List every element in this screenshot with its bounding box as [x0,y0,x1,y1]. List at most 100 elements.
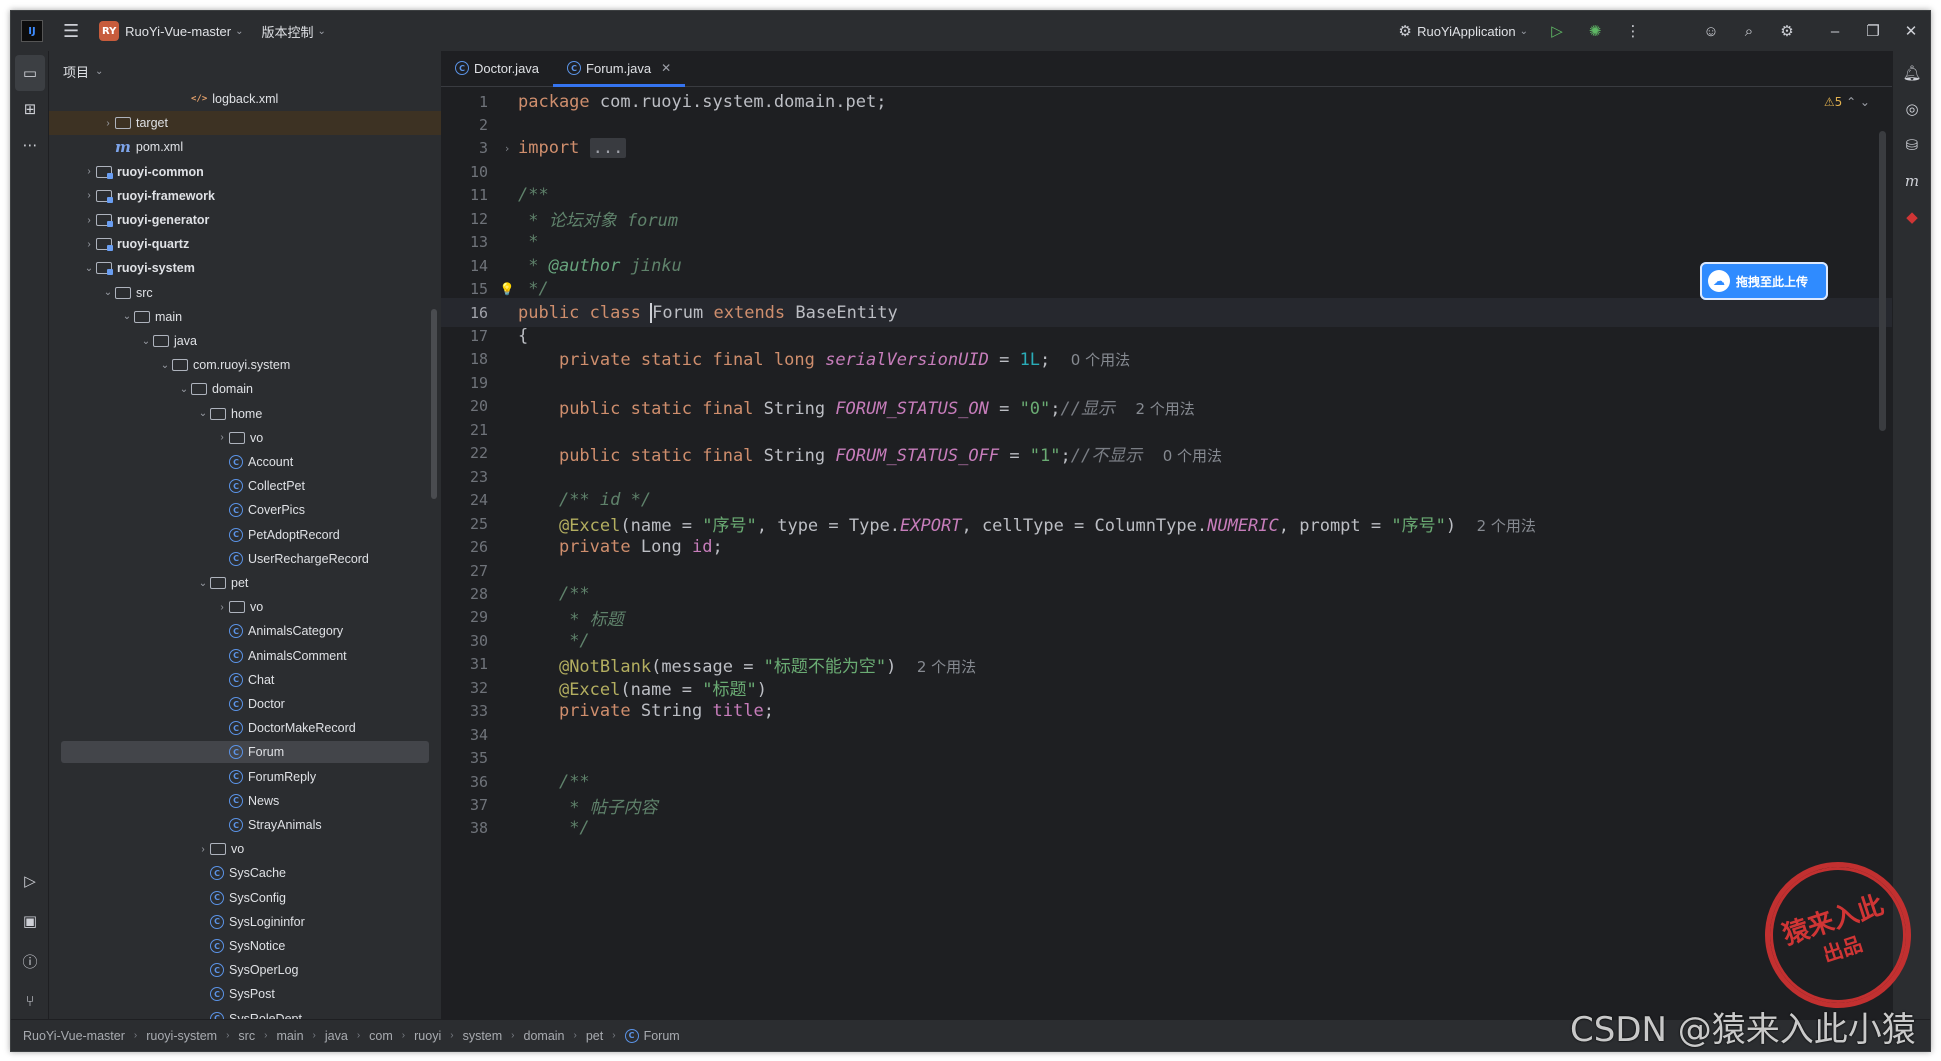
database-icon[interactable]: ⛁ [1893,127,1930,163]
tree-item[interactable]: › ruoyi-quartz [49,232,441,256]
breadcrumb-item[interactable]: main [276,1029,303,1043]
chevron-right-icon[interactable]: › [196,844,210,855]
tree-item[interactable]: › vo [49,426,441,450]
account-icon[interactable]: ☺ [1692,23,1730,40]
tree-item[interactable]: ⌄ home [49,402,441,426]
tree-item[interactable]: </> logback.xml [49,91,441,111]
tree-item[interactable]: C DoctorMakeRecord [49,716,441,740]
settings-icon[interactable]: ⚙ [1768,22,1806,40]
vcs-menu[interactable]: 版本控制 [262,22,314,41]
tree-item[interactable]: C Doctor [49,692,441,716]
lightbulb-icon[interactable]: 💡 [496,282,518,296]
tree-item[interactable]: C SysLogininfor [49,910,441,934]
tree-item[interactable]: C SysRoleDept [49,1007,441,1019]
breadcrumb-item[interactable]: RuoYi-Vue-master [23,1029,125,1043]
tree-item[interactable]: ⌄ domain [49,377,441,401]
search-icon[interactable]: ⌕ [1730,23,1768,40]
tree-item[interactable]: C Account [49,450,441,474]
notifications-icon[interactable]: 🔔︎ [1893,55,1930,91]
chevron-down-icon[interactable]: ⌄ [196,408,210,419]
tree-item[interactable]: C StrayAnimals [49,813,441,837]
debug-icon[interactable]: ✺ [1576,22,1614,40]
more-tools-icon[interactable]: ⋯ [11,127,49,163]
project-folder-icon[interactable]: ▭ [15,55,45,91]
ai-assistant-icon[interactable]: ◎ [1893,91,1930,127]
close-icon[interactable]: ✕ [1892,22,1930,40]
close-tab-icon[interactable]: ✕ [661,61,671,75]
breadcrumb-item[interactable]: java [325,1029,348,1043]
project-badge[interactable]: RY [99,21,120,41]
project-panel-header[interactable]: 项目 ⌄ [49,51,441,91]
chevron-down-icon[interactable]: ⌄ [196,578,210,589]
tree-item[interactable]: C AnimalsCategory [49,619,441,643]
code-line[interactable]: 38 */ [441,814,1892,843]
code-view[interactable]: 1 package com.ruoyi.system.domain.pet; 2 3 ›… [441,87,1892,1019]
run-icon[interactable]: ▷ [1538,22,1576,40]
tree-item[interactable]: › ruoyi-framework [49,184,441,208]
chevron-down-icon[interactable]: ⌄ [95,66,103,77]
chevron-down-icon[interactable]: ⌄ [139,336,153,347]
tree-item[interactable]: C News [49,789,441,813]
minimize-icon[interactable]: – [1816,23,1854,40]
tree-item[interactable]: C SysPost [49,982,441,1006]
tree-item[interactable]: C PetAdoptRecord [49,523,441,547]
tree-item[interactable]: C ForumReply [49,765,441,789]
fold-marker-icon[interactable]: › [496,142,518,155]
restore-icon[interactable]: ❐ [1854,22,1892,40]
editor-tab[interactable]: C Doctor.java [441,50,553,86]
main-menu-icon[interactable]: ☰ [63,21,79,42]
tree-item[interactable]: m pom.xml [49,135,441,159]
tree-item[interactable]: C UserRechargeRecord [49,547,441,571]
chevron-down-icon[interactable]: ⌄ [101,287,115,298]
problems-icon[interactable]: ⓘ [11,943,49,979]
maven-icon[interactable]: m [1893,163,1930,199]
chevron-down-icon[interactable]: ⌄ [177,384,191,395]
more-icon[interactable]: ⋮ [1614,22,1652,40]
services-icon[interactable]: ▷ [11,863,49,899]
breadcrumb-item[interactable]: domain [524,1029,565,1043]
chevron-down-icon[interactable]: ⌄ [235,26,243,37]
structure-icon[interactable]: ⊞ [11,91,49,127]
tree-item[interactable]: ⌄ com.ruoyi.system [49,353,441,377]
git-icon[interactable]: ⑂ [11,983,49,1019]
editor-tab[interactable]: C Forum.java ✕ [553,50,686,87]
tree-item[interactable]: › ruoyi-generator [49,208,441,232]
tree-item[interactable]: C CollectPet [49,474,441,498]
terminal-icon[interactable]: ▣ [11,903,49,939]
breadcrumb-item[interactable]: Forum [644,1029,680,1043]
tree-item[interactable]: ⌄ ruoyi-system [49,256,441,280]
tree-item[interactable]: ⌄ src [49,281,441,305]
chevron-down-icon[interactable]: ⌄ [82,263,96,274]
tree-item[interactable]: › target [49,111,441,136]
breadcrumb-item[interactable]: src [238,1029,255,1043]
tree-item[interactable]: › vo [49,837,441,861]
tree-item[interactable]: C SysConfig [49,886,441,910]
project-name[interactable]: RuoYi-Vue-master [125,24,231,39]
tree-item[interactable]: C SysOperLog [49,958,441,982]
tree-item[interactable]: C SysNotice [49,934,441,958]
breadcrumb-item[interactable]: com [369,1029,393,1043]
chevron-right-icon[interactable]: › [82,190,96,201]
upload-button[interactable]: ☁ 拖拽至此上传 [1700,262,1828,300]
chevron-down-icon[interactable]: ⌄ [318,26,326,37]
tree-item[interactable]: C Forum [49,740,441,764]
chevron-right-icon[interactable]: › [215,432,229,443]
tree-item[interactable]: C Chat [49,668,441,692]
tree-item[interactable]: C SysCache [49,861,441,885]
breadcrumb-item[interactable]: pet [586,1029,603,1043]
breadcrumb-item[interactable]: ruoyi-system [146,1029,217,1043]
intellij-logo-icon[interactable]: IJ [21,20,43,42]
tree-item[interactable]: ⌄ main [49,305,441,329]
tree-item[interactable]: ⌄ java [49,329,441,353]
chevron-right-icon[interactable]: › [82,166,96,177]
project-panel-title[interactable]: 项目 [63,62,89,81]
tree-item[interactable]: › ruoyi-common [49,160,441,184]
chevron-down-icon[interactable]: ⌄ [158,360,172,371]
chevron-right-icon[interactable]: › [101,118,115,129]
breadcrumb-item[interactable]: system [463,1029,503,1043]
editor-scrollbar[interactable] [1879,131,1886,431]
run-config-selector[interactable]: RuoYiApplication [1417,24,1516,39]
tree-item[interactable]: ⌄ pet [49,571,441,595]
tree-item[interactable]: C AnimalsComment [49,644,441,668]
chevron-right-icon[interactable]: › [82,239,96,250]
